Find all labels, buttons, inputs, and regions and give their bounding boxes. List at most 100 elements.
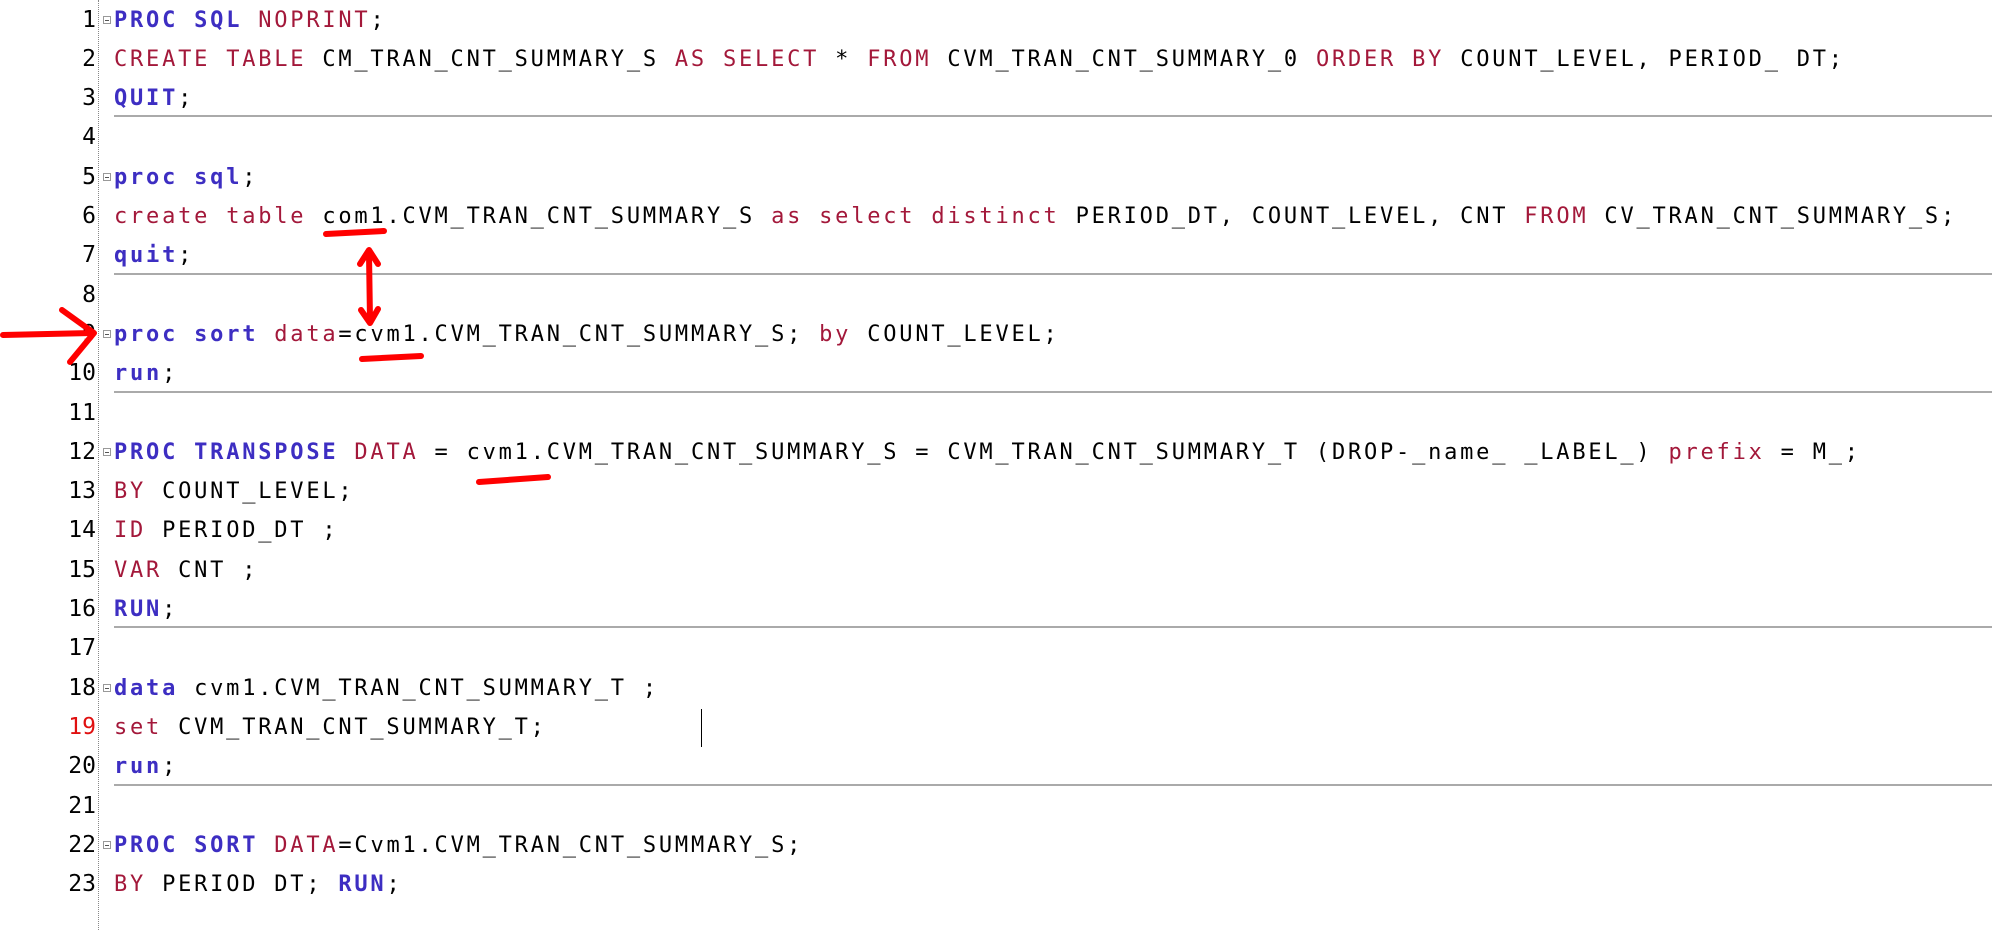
keyword-token: FROM (867, 46, 932, 72)
code-line[interactable]: 1 PROC SQL NOPRINT; (0, 1, 1992, 40)
code-text: proc sql; (114, 158, 258, 197)
code-text: BY PERIOD DT; RUN; (114, 865, 402, 904)
line-number: 1 (82, 6, 96, 33)
code-editor[interactable]: 1 PROC SQL NOPRINT; 2 CREATE TABLE CM_TRAN_… (0, 0, 1992, 930)
keyword-token: run (114, 361, 163, 387)
fold-collapse-icon[interactable] (103, 172, 111, 181)
code-token: CVM_TRAN_CNT_SUMMARY_T; (162, 714, 547, 740)
keyword-token: AS (674, 46, 707, 72)
keyword-token: as (771, 204, 804, 229)
code-text: PROC TRANSPOSE DATA = cvm1.CVM_TRAN_CNT_… (114, 433, 1861, 472)
line-number: 16 (68, 596, 96, 622)
fold-collapse-icon[interactable] (103, 447, 111, 456)
keyword-token: DATA (354, 439, 419, 465)
code-line[interactable]: 8 (0, 276, 1992, 315)
fold-collapse-icon[interactable] (103, 329, 111, 338)
keyword-token: NOPRINT (258, 7, 371, 33)
keyword-token: PROC (114, 832, 179, 858)
code-line[interactable]: 22 PROC SORT DATA=Cvm1.CVM_TRAN_CNT_SUMMA… (0, 826, 1992, 865)
keyword-token: DATA (274, 832, 339, 858)
keyword-token: RUN (338, 872, 387, 898)
line-number: 11 (68, 399, 96, 426)
code-line[interactable]: 3 QUIT; (0, 79, 1992, 118)
keyword-token: TABLE (226, 46, 307, 72)
code-line[interactable]: 15 VAR CNT ; (0, 551, 1992, 590)
code-line[interactable]: 7 quit; (0, 236, 1992, 275)
code-token: ; (242, 164, 259, 190)
code-line[interactable]: 20 run; (0, 747, 1992, 786)
code-text: create table com1.CVM_TRAN_CNT_SUMMARY_S… (114, 197, 1957, 236)
code-line[interactable]: 21 (0, 787, 1992, 826)
code-token: ; (370, 7, 387, 33)
keyword-token: RUN (114, 597, 163, 622)
keyword-token: SQL (194, 7, 243, 33)
fold-collapse-icon[interactable] (103, 683, 111, 692)
code-line[interactable]: 23 BY PERIOD DT; RUN; (0, 865, 1992, 904)
code-token: * (819, 46, 868, 72)
code-token: COUNT_LEVEL, PERIOD_ DT; (1444, 46, 1845, 72)
code-line[interactable]: 16 RUN; (0, 590, 1992, 629)
keyword-token: proc (114, 321, 179, 347)
code-line[interactable]: 2 CREATE TABLE CM_TRAN_CNT_SUMMARY_S AS S… (0, 40, 1992, 79)
code-line[interactable]: 17 (0, 629, 1992, 668)
keyword-token: BY (1412, 46, 1445, 72)
line-number: 21 (68, 792, 96, 819)
keyword-token: QUIT (114, 86, 179, 112)
code-token: com1.CVM_TRAN_CNT_SUMMARY_S (306, 204, 772, 229)
code-line[interactable]: 18 data cvm1.CVM_TRAN_CNT_SUMMARY_T ; (0, 669, 1992, 708)
line-number: 6 (82, 203, 96, 229)
code-text: set CVM_TRAN_CNT_SUMMARY_T; (114, 708, 547, 747)
code-line[interactable]: 10 run; (0, 354, 1992, 393)
code-line[interactable]: 11 (0, 394, 1992, 433)
code-token: CV_TRAN_CNT_SUMMARY_S; (1588, 204, 1957, 229)
line-number: 12 (68, 438, 96, 465)
code-line[interactable]: 6 create table com1.CVM_TRAN_CNT_SUMMARY_… (0, 197, 1992, 236)
code-token: CNT ; (162, 557, 259, 583)
block-separator (114, 783, 1992, 786)
keyword-token: proc (114, 164, 179, 190)
code-line[interactable]: 13 BY COUNT_LEVEL; (0, 472, 1992, 511)
block-separator (114, 626, 1992, 629)
code-token: PERIOD DT; (146, 872, 339, 898)
code-line[interactable]: 9 proc sort data=cvm1.CVM_TRAN_CNT_SUMMAR… (0, 315, 1992, 354)
keyword-token: TRANSPOSE (194, 439, 339, 465)
code-token: PERIOD_DT ; (146, 518, 339, 544)
code-text: QUIT; (114, 79, 194, 118)
keyword-token: CREATE (114, 46, 211, 72)
code-token: ; (386, 872, 403, 898)
fold-collapse-icon[interactable] (103, 840, 111, 849)
line-number: 2 (82, 45, 96, 72)
keyword-token: by (819, 321, 852, 347)
keyword-token: ORDER (1315, 46, 1397, 72)
keyword-token: SORT (194, 832, 259, 858)
keyword-token: sort (194, 321, 259, 347)
block-separator (114, 272, 1992, 275)
code-token: = cvm1.CVM_TRAN_CNT_SUMMARY_S = CVM_TRAN… (418, 439, 1669, 465)
fold-collapse-icon[interactable] (103, 15, 111, 24)
code-token: ; (178, 243, 195, 269)
code-line[interactable]: 14 ID PERIOD_DT ; (0, 511, 1992, 550)
line-number: 5 (82, 163, 96, 190)
keyword-token: run (114, 754, 163, 780)
code-text: run; (114, 354, 178, 393)
keyword-token: BY (114, 479, 147, 505)
code-token: =Cvm1.CVM_TRAN_CNT_SUMMARY_S; (338, 832, 804, 858)
keyword-token: distinct (931, 204, 1060, 229)
line-number: 13 (68, 478, 96, 505)
keyword-token: quit (114, 243, 179, 269)
line-number: 4 (82, 124, 96, 151)
code-token: =cvm1.CVM_TRAN_CNT_SUMMARY_S; (338, 321, 820, 347)
code-line[interactable]: 5 proc sql; (0, 158, 1992, 197)
code-line[interactable]: 12 PROC TRANSPOSE DATA = cvm1.CVM_TRAN_CN… (0, 433, 1992, 472)
code-line[interactable]: 19 set CVM_TRAN_CNT_SUMMARY_T; (0, 708, 1992, 747)
code-line[interactable]: 4 (0, 118, 1992, 157)
keyword-token: PROC (114, 439, 179, 465)
